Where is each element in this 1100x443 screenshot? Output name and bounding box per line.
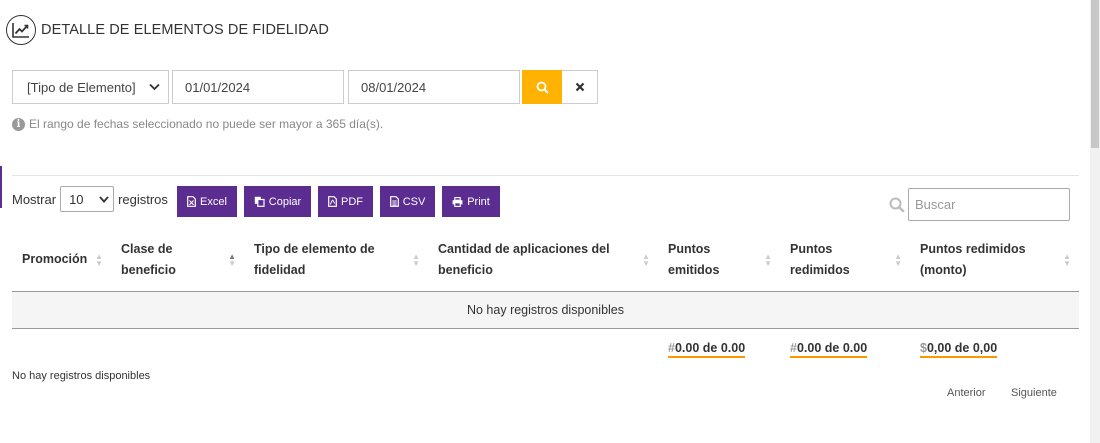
element-type-value: [Tipo de Elemento] <box>27 79 136 95</box>
csv-file-icon <box>389 196 399 207</box>
copy-button[interactable]: Copiar <box>244 186 311 217</box>
clear-button[interactable] <box>562 70 598 104</box>
column-header-label: Clase de beneficio <box>121 241 176 277</box>
excel-label: Excel <box>200 195 227 208</box>
sort-icon: ▲ ▼ <box>412 251 420 268</box>
next-page-button[interactable]: Siguiente <box>1011 387 1057 399</box>
length-prefix: Mostrar <box>12 191 57 207</box>
length-suffix: registros <box>118 191 168 207</box>
notice-text: El rango de fechas seleccionado no puede… <box>29 117 384 131</box>
date-range-notice: i El rango de fechas seleccionado no pue… <box>12 117 383 131</box>
filter-bar: [Tipo de Elemento] <box>12 70 598 104</box>
sort-icon: ▲ ▼ <box>228 251 236 268</box>
total-puntos-redimidos-monto: $0,00 de 0,00 <box>920 341 998 358</box>
pdf-file-icon <box>328 196 337 207</box>
column-header-label: Cantidad de aplicaciones del beneficio <box>438 241 610 277</box>
total-puntos-redimidos: #0.00 de 0.00 <box>790 341 868 358</box>
date-from-input[interactable] <box>172 70 344 104</box>
column-header-label: Tipo de elemento de fidelidad <box>254 241 375 277</box>
column-header-label: Puntos redimidos (monto) <box>920 241 1026 277</box>
search-input[interactable]: Buscar <box>908 188 1070 221</box>
column-header-cantidad-aplicaciones[interactable]: Cantidad de aplicaciones del beneficio ▲ ▼ <box>428 229 658 292</box>
chevron-down-icon <box>149 83 160 91</box>
column-header-tipo-elemento[interactable]: Tipo de elemento de fidelidad ▲ ▼ <box>244 229 428 292</box>
page-length-value: 10 <box>69 191 84 207</box>
sort-icon: ▲ ▼ <box>764 251 772 268</box>
table-header-row: Promoción ▲ ▼ Clase de beneficio ▲ ▼ Tipo de… <box>12 229 1079 292</box>
sort-icon: ▲ ▼ <box>894 251 902 268</box>
csv-button[interactable]: CSV <box>380 186 435 217</box>
sort-icon: ▲ ▼ <box>95 251 103 268</box>
search-placeholder: Buscar <box>915 197 956 212</box>
info-icon: i <box>12 117 25 131</box>
scrollbar-thumb[interactable] <box>1091 0 1099 148</box>
element-type-select[interactable]: [Tipo de Elemento] <box>12 70 169 104</box>
total-value: 0,00 de 0,00 <box>926 341 998 355</box>
copy-label: Copiar <box>268 195 302 208</box>
total-value: 0.00 de 0.00 <box>674 341 746 355</box>
table-search: Buscar <box>889 188 1070 221</box>
previous-page-button[interactable]: Anterior <box>947 387 986 399</box>
search-button[interactable] <box>522 70 562 104</box>
total-puntos-emitidos: #0.00 de 0.00 <box>668 341 746 358</box>
column-header-puntos-redimidos-monto[interactable]: Puntos redimidos (monto) ▲ ▼ <box>910 229 1079 292</box>
column-header-puntos-redimidos[interactable]: Puntos redimidos ▲ ▼ <box>780 229 910 292</box>
sort-icon: ▲ ▼ <box>1063 251 1071 268</box>
empty-table-message: No hay registros disponibles <box>12 291 1079 329</box>
column-header-label: Puntos redimidos <box>790 241 850 277</box>
chevron-down-icon <box>99 195 109 203</box>
page-scrollbar[interactable] <box>1090 0 1100 443</box>
column-header-promocion[interactable]: Promoción ▲ ▼ <box>12 229 111 292</box>
close-icon <box>575 82 584 92</box>
print-button[interactable]: Print <box>442 186 500 217</box>
page-header: DETALLE DE ELEMENTOS DE FIDELIDAD <box>6 15 329 45</box>
column-header-puntos-emitidos[interactable]: Puntos emitidos ▲ ▼ <box>658 229 780 292</box>
page-length-select[interactable]: 10 <box>60 186 115 212</box>
column-header-label: Promoción <box>22 252 88 267</box>
copy-icon <box>254 196 265 207</box>
table-row: No hay registros disponibles <box>12 291 1079 329</box>
left-accent-bar <box>0 166 2 208</box>
trend-chart-icon <box>6 15 36 45</box>
search-icon <box>889 197 905 213</box>
pdf-button[interactable]: PDF <box>318 186 373 217</box>
excel-file-icon <box>187 196 196 207</box>
table-info: No hay registros disponibles <box>12 370 151 382</box>
date-to-input[interactable] <box>348 70 520 104</box>
hash-symbol: # <box>790 341 797 355</box>
export-buttons: Excel Copiar PDF CSV Print <box>177 186 507 217</box>
pdf-label: PDF <box>341 195 363 208</box>
hash-symbol: # <box>668 341 675 355</box>
section-divider <box>12 175 1079 176</box>
data-table: Promoción ▲ ▼ Clase de beneficio ▲ ▼ Tipo de… <box>12 229 1079 329</box>
dollar-symbol: $ <box>920 341 927 355</box>
total-value: 0.00 de 0.00 <box>796 341 868 355</box>
search-icon <box>536 81 549 94</box>
page-title: DETALLE DE ELEMENTOS DE FIDELIDAD <box>41 22 330 38</box>
excel-button[interactable]: Excel <box>177 186 237 217</box>
csv-label: CSV <box>402 195 426 208</box>
printer-icon <box>452 196 463 207</box>
column-header-label: Puntos emitidos <box>668 241 720 277</box>
page-length-control: Mostrar 10 registros <box>12 186 168 212</box>
sort-icon: ▲ ▼ <box>642 251 650 268</box>
column-header-clase-beneficio[interactable]: Clase de beneficio ▲ ▼ <box>111 229 244 292</box>
print-label: Print <box>467 195 490 208</box>
